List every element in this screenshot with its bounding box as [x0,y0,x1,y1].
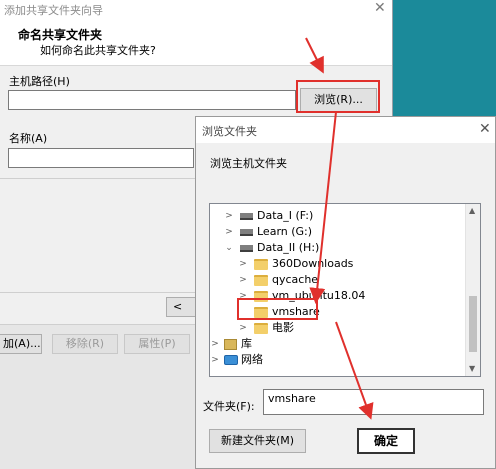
host-path-input[interactable] [8,90,296,110]
share-name-input[interactable] [8,148,194,168]
tree-item-library[interactable]: > 库 [210,336,460,352]
dialog-titlebar: 浏览文件夹 ✕ [196,117,495,143]
wizard-title: 添加共享文件夹向导 [4,4,103,17]
tree-item-data-i[interactable]: > Data_I (F:) [214,208,464,224]
tree-item-qycache[interactable]: > qycache [214,272,464,288]
chevron-right-icon[interactable]: > [224,224,234,240]
chevron-right-icon[interactable]: > [224,208,234,224]
browse-highlight-box [296,80,380,113]
browse-folder-dialog: 浏览文件夹 ✕ 浏览主机文件夹 > Data_I (F:) > Learn (G… [195,116,496,469]
tree-item-label: 网络 [241,353,263,366]
chevron-right-icon[interactable]: > [238,256,248,272]
tree-item-label: vm_ubuntu18.04 [272,289,366,302]
chevron-right-icon[interactable]: > [238,320,248,336]
tree-item-network[interactable]: > 网络 [210,352,460,368]
library-icon [224,339,237,350]
dialog-subtitle: 浏览主机文件夹 [210,157,287,170]
divider [0,178,195,179]
tree-item-movies[interactable]: > 电影 [214,320,464,336]
wizard-header-title: 命名共享文件夹 [18,28,103,42]
host-path-label: 主机路径(H) [9,75,70,88]
dialog-close-icon[interactable]: ✕ [479,121,491,137]
divider [0,292,195,293]
tree-item-label: 360Downloads [272,257,354,270]
chevron-down-icon[interactable]: ⌄ [224,240,234,256]
properties-button[interactable]: 属性(P) [124,334,190,354]
tree-scrollbar[interactable]: ▲ ▼ [465,204,480,376]
folder-tree[interactable]: > Data_I (F:) > Learn (G:) ⌄ Data_II (H:… [209,203,481,377]
drive-icon [240,245,253,252]
wizard-titlebar: 添加共享文件夹向导 ✕ [0,0,392,20]
tree-item-label: qycache [272,273,319,286]
tree-item-vm-ubuntu[interactable]: > vm_ubuntu18.04 [214,288,464,304]
tree-item-learn[interactable]: > Learn (G:) [214,224,464,240]
chevron-right-icon[interactable]: > [238,272,248,288]
tree-item-label: Learn (G:) [257,225,313,238]
dialog-title: 浏览文件夹 [202,125,257,138]
share-name-label: 名称(A) [9,132,48,145]
folder-icon [254,259,268,270]
back-button[interactable]: < 上 [166,297,196,317]
wizard-header-subtitle: 如何命名此共享文件夹? [40,44,156,57]
chevron-right-icon[interactable]: > [210,352,220,368]
remove-button[interactable]: 移除(R) [52,334,118,354]
scroll-down-icon[interactable]: ▼ [469,364,475,373]
drive-icon [240,213,253,220]
tree-item-label: Data_II (H:) [257,241,320,254]
wizard-header: 命名共享文件夹 如何命名此共享文件夹? [0,20,392,66]
tree-item-label: 电影 [272,321,294,334]
tree-item-vmshare[interactable]: vmshare [214,304,464,320]
drive-icon [240,229,253,236]
ok-button[interactable]: 确定 [357,428,415,454]
network-icon [224,355,238,365]
folder-input[interactable]: vmshare [263,389,484,415]
folder-icon [254,291,268,302]
tree-item-label: 库 [241,337,252,350]
folder-icon [254,323,268,334]
tree-item-label: vmshare [272,305,320,318]
chevron-right-icon[interactable]: > [238,288,248,304]
tree-item-360downloads[interactable]: > 360Downloads [214,256,464,272]
new-folder-button[interactable]: 新建文件夹(M) [209,429,306,453]
tree-item-label: Data_I (F:) [257,209,314,222]
tree-item-data-ii[interactable]: ⌄ Data_II (H:) [214,240,464,256]
chevron-right-icon[interactable]: > [210,336,220,352]
wizard-close-icon[interactable]: ✕ [374,0,386,16]
scroll-up-icon[interactable]: ▲ [469,206,475,215]
add-button[interactable]: 加(A)... [0,334,42,354]
folder-icon [254,307,268,318]
scrollbar-thumb[interactable] [469,296,477,352]
folder-label: 文件夹(F): [203,400,255,413]
folder-icon [254,275,268,286]
